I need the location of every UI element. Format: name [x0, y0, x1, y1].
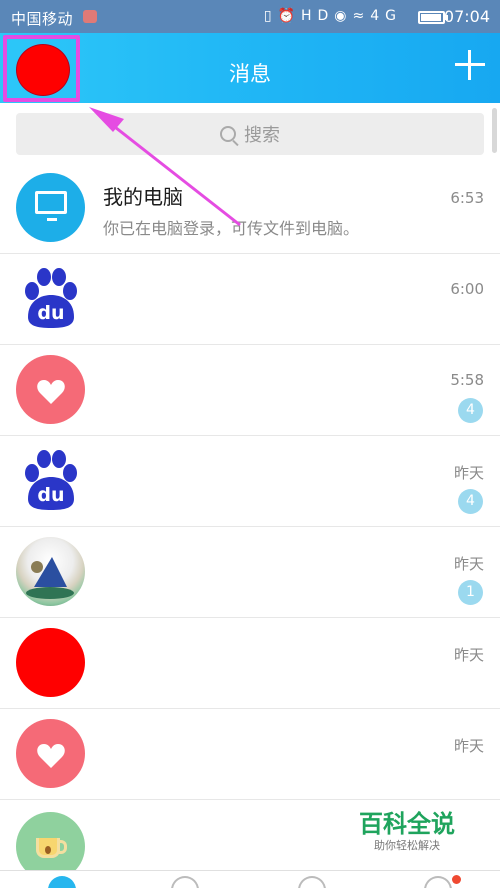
conversation-time: 昨天: [453, 646, 484, 664]
baidu-avatar: du: [16, 446, 85, 515]
red-avatar: [16, 628, 85, 697]
annotation-highlight-box: [3, 35, 80, 102]
watermark-title: 百科全说: [359, 810, 455, 838]
wifi-icon: ≈: [352, 8, 371, 24]
heart-avatar: [16, 355, 85, 424]
conversation-row[interactable]: 昨天 1: [0, 527, 500, 618]
landscape-photo-icon: [26, 557, 74, 599]
baidu-paw-icon: du: [25, 450, 77, 510]
unread-badge: 4: [458, 489, 483, 514]
carrier-label: 中国移动: [11, 10, 74, 28]
group-photo-avatar: [16, 537, 85, 606]
baidu-paw-icon: du: [25, 268, 77, 328]
battery-icon: [418, 11, 448, 24]
add-button[interactable]: [455, 50, 485, 80]
conversation-preview: 你已在电脑登录，可传文件到电脑。: [103, 219, 360, 238]
coffee-bean-icon: [45, 846, 51, 854]
conversation-row[interactable]: du 昨天 4: [0, 436, 500, 527]
conversation-time: 5:58: [450, 371, 484, 389]
eye-icon: ◉: [334, 8, 353, 24]
status-time: 07:04: [443, 7, 490, 26]
search-input[interactable]: 搜索: [16, 113, 484, 155]
carrier-notification-icon: [83, 10, 97, 23]
search-placeholder: 搜索: [244, 125, 280, 146]
nav-discover-icon[interactable]: [298, 876, 326, 888]
alarm-icon: ⏰: [277, 8, 301, 24]
heart-avatar: [16, 719, 85, 788]
unread-badge: 4: [458, 398, 483, 423]
status-bar: 中国移动 ▯⏰HD◉≈4G 07:04: [0, 0, 500, 33]
conversation-time: 6:53: [450, 189, 484, 207]
message-list: 我的电脑 你已在电脑登录，可传文件到电脑。 6:53 du 6:00 5:58: [0, 163, 500, 888]
watermark-subtitle: 助你轻松解决: [374, 839, 440, 852]
conversation-time: 昨天: [453, 555, 484, 573]
status-icons: ▯⏰HD◉≈4G: [264, 8, 402, 24]
baidu-avatar: du: [16, 264, 85, 333]
computer-avatar: [16, 173, 85, 242]
svg-text:du: du: [37, 484, 64, 506]
notification-dot: [452, 875, 461, 884]
monitor-icon: [35, 191, 67, 221]
heart-icon: [37, 744, 65, 768]
profile-avatar[interactable]: [16, 44, 70, 96]
conversation-row[interactable]: 我的电脑 你已在电脑登录，可传文件到电脑。 6:53: [0, 163, 500, 254]
watermark: 百科全说 助你轻松解决: [352, 810, 462, 860]
nav-messages-icon[interactable]: [48, 876, 76, 888]
search-area: 搜索: [0, 103, 500, 163]
conversation-title: 我的电脑: [103, 185, 183, 209]
conversation-row[interactable]: 昨天: [0, 709, 500, 800]
conversation-row[interactable]: 5:58 4: [0, 345, 500, 436]
nav-dynamic-icon[interactable]: [424, 876, 452, 888]
hd-icon: HD: [300, 8, 335, 24]
conversation-time: 昨天: [453, 464, 484, 482]
conversation-time: 6:00: [450, 280, 484, 298]
scrollbar[interactable]: [492, 108, 497, 153]
conversation-time: 昨天: [453, 737, 484, 755]
vibrate-icon: ▯: [263, 8, 278, 24]
heart-icon: [37, 380, 65, 404]
svg-text:du: du: [37, 302, 64, 324]
conversation-row[interactable]: 昨天: [0, 618, 500, 709]
nav-contacts-icon[interactable]: [171, 876, 199, 888]
bottom-navigation: [0, 870, 500, 888]
conversation-row[interactable]: du 6:00: [0, 254, 500, 345]
4g-icon: 4G: [370, 8, 402, 24]
unread-badge: 1: [458, 580, 483, 605]
search-icon: [220, 126, 236, 142]
